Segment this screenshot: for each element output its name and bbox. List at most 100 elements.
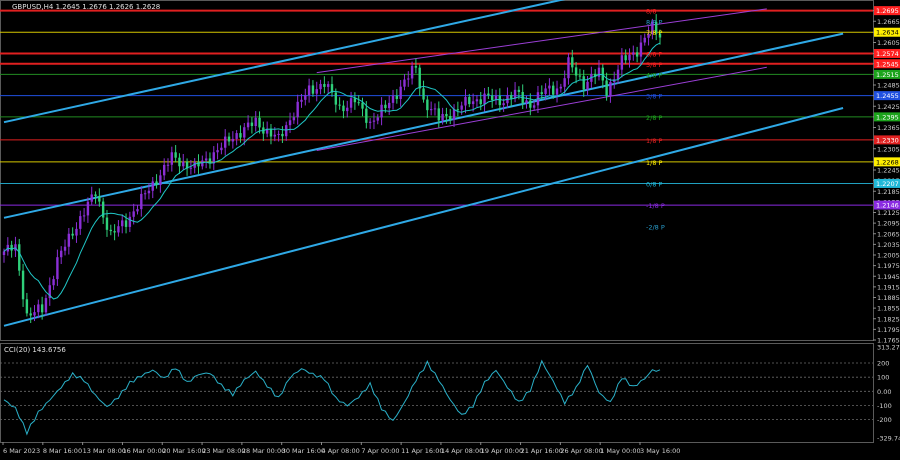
price-tag-label: 1.2634: [876, 29, 899, 37]
candle-body: [273, 134, 276, 137]
candle-body: [609, 81, 612, 97]
murrey-label: 2/8 P: [646, 114, 663, 122]
candle-body: [40, 304, 44, 313]
candle-body: [540, 92, 543, 94]
candle-body: [552, 85, 555, 95]
candle-body: [334, 92, 338, 105]
cci-line: [3, 359, 661, 436]
x-tick-label: 4 Apr 08:00: [322, 447, 360, 455]
candle-body: [33, 312, 36, 316]
x-tick-label: 8 Mar 16:00: [43, 447, 82, 455]
candle-body: [422, 88, 425, 100]
candle-body: [246, 122, 250, 128]
candle-body: [250, 122, 254, 127]
candle-body: [632, 52, 635, 55]
candle-body: [75, 228, 78, 236]
candle-body: [25, 299, 29, 314]
candle-body: [315, 89, 318, 94]
candle-body: [578, 75, 582, 77]
cci-tick-label: -100: [877, 402, 892, 410]
y-tick-label: 1.2005: [877, 252, 900, 260]
cci-pane-border: [0, 343, 874, 443]
y-tick-label: 1.1795: [877, 326, 900, 334]
cci-tick-label: 100: [877, 374, 889, 382]
x-tick-label: 28 Mar 00:00: [242, 447, 285, 455]
candle-body: [182, 161, 185, 167]
candle-body: [155, 181, 158, 185]
candle-body: [117, 226, 120, 233]
y-tick-label: 1.2065: [877, 230, 900, 238]
main-pane-border: [0, 0, 874, 341]
candle-body: [124, 220, 128, 227]
candle-body: [52, 279, 55, 286]
x-tick-label: 21 Apr 16:00: [521, 447, 563, 455]
candle-body: [365, 108, 368, 123]
murrey-label: 1/8 P: [646, 159, 663, 167]
candle-body: [231, 138, 235, 142]
candle-body: [29, 313, 32, 316]
murrey-label: 8/8 P: [646, 18, 663, 26]
candle-body: [391, 95, 395, 103]
candle-body: [292, 117, 296, 121]
candle-body: [338, 104, 341, 106]
candle-body: [441, 113, 444, 121]
candle-body: [285, 125, 288, 137]
y-tick-label: 1.2485: [877, 82, 900, 90]
candle-body: [159, 175, 162, 185]
candle-body: [37, 304, 40, 313]
candle-body: [71, 233, 74, 236]
cci-tick-label: 0.00: [877, 388, 891, 396]
main-chart-title: GBPUSD,H4 1.2645 1.2676 1.2626 1.2628: [12, 3, 160, 11]
candle-body: [479, 99, 482, 105]
murrey-label: 3/8 P: [646, 93, 663, 101]
candle-body: [399, 86, 402, 99]
y-tick-label: 1.2665: [877, 18, 900, 26]
candle-body: [574, 67, 578, 76]
candle-body: [376, 117, 379, 121]
candle-body: [468, 97, 471, 105]
candle-body: [326, 84, 330, 87]
candle-body: [147, 190, 151, 194]
candle-body: [464, 97, 467, 106]
candle-body: [82, 215, 86, 217]
y-tick-label: 1.2185: [877, 188, 900, 196]
candle-body: [346, 107, 349, 112]
y-tick-label: 1.1885: [877, 294, 900, 302]
murrey-label: 6/8 P: [646, 50, 663, 58]
candle-body: [128, 216, 132, 227]
candle-body: [532, 105, 536, 108]
y-tick-label: 1.2305: [877, 145, 900, 153]
candle-body: [635, 52, 639, 57]
candle-body: [243, 127, 246, 138]
candle-body: [189, 167, 193, 169]
y-tick-label: 1.1855: [877, 305, 900, 313]
candle-body: [437, 108, 440, 121]
y-tick-label: 1.2365: [877, 124, 900, 132]
candle-body: [597, 67, 601, 77]
candle-body: [349, 98, 353, 108]
candle-body: [296, 101, 299, 118]
x-tick-label: 16 Mar 00:00: [122, 447, 165, 455]
candle-body: [628, 54, 631, 61]
candle-body: [136, 209, 139, 212]
y-tick-label: 1.2125: [877, 209, 900, 217]
candle-body: [445, 113, 448, 116]
price-tag-label: 1.2395: [876, 113, 899, 121]
x-tick-label: 26 Apr 08:00: [560, 447, 602, 455]
candle-body: [224, 136, 227, 148]
candle-body: [281, 133, 284, 137]
y-tick-label: 1.1975: [877, 262, 900, 270]
candle-body: [143, 193, 147, 195]
cci-tick-label: -200: [877, 416, 892, 424]
candle-body: [529, 100, 532, 108]
candle-body: [449, 115, 452, 120]
x-tick-label: 11 Apr 16:00: [401, 447, 443, 455]
x-tick-label: 1 May 00:00: [600, 447, 640, 455]
candle-body: [517, 89, 521, 92]
cci-title: CCI(20) 143.6756: [4, 346, 66, 354]
candle-body: [384, 104, 387, 109]
cci-tick-label: 200: [877, 360, 889, 368]
candle-body: [94, 194, 97, 197]
channel-line: [316, 66, 767, 152]
candle-body: [403, 79, 406, 87]
